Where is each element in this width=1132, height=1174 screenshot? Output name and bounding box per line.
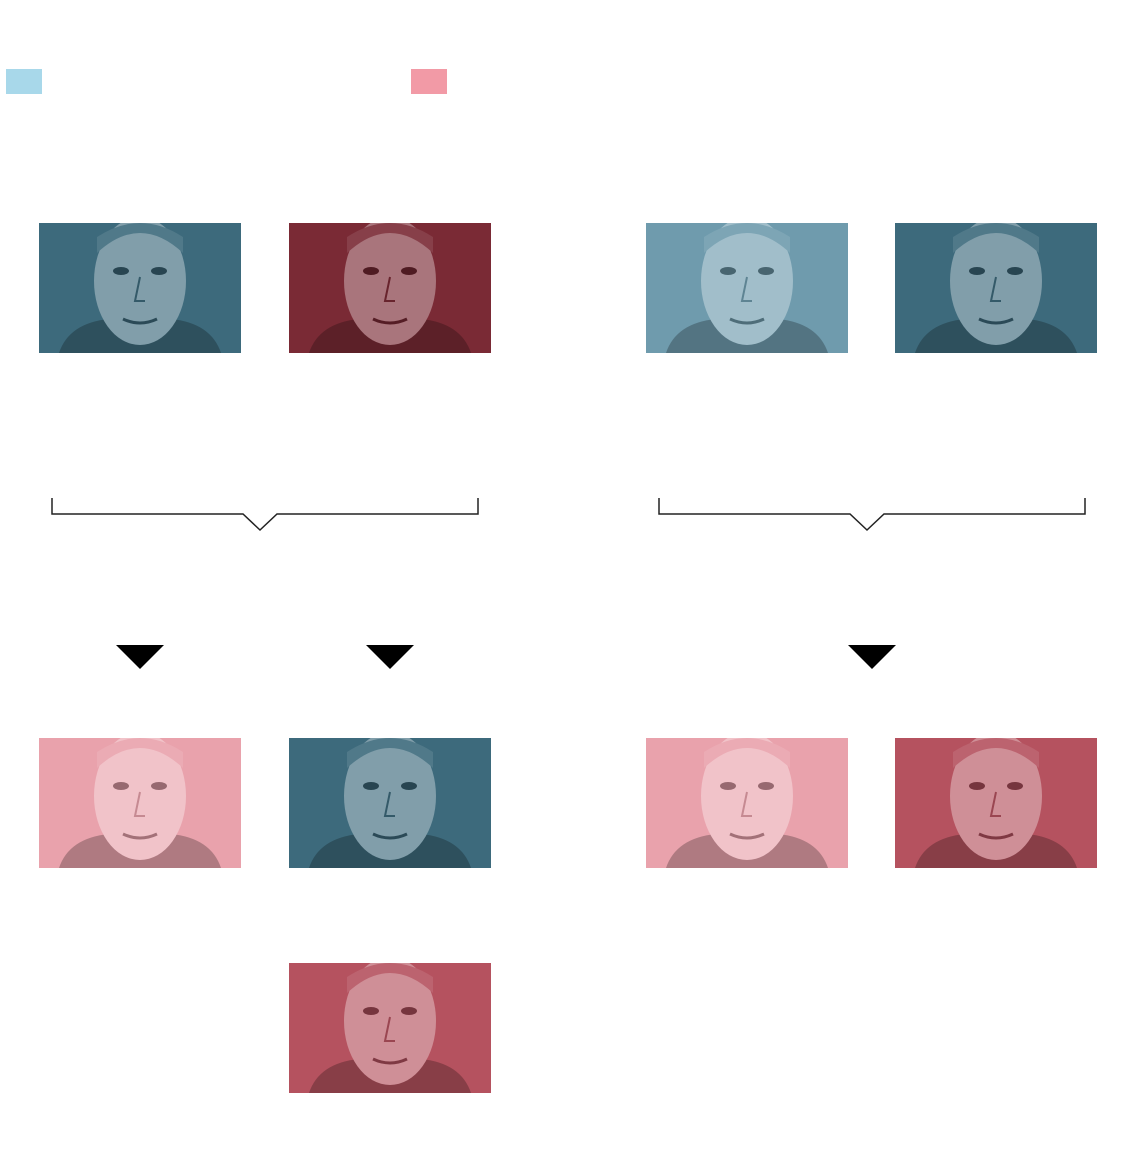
portrait-image xyxy=(895,223,1097,353)
portrait-eye xyxy=(1007,782,1023,790)
portrait-bottom-2 xyxy=(289,738,491,868)
portrait-eye xyxy=(363,1007,379,1015)
portrait-top-4 xyxy=(895,223,1097,353)
portrait-image xyxy=(39,223,241,353)
portrait-top-2 xyxy=(289,223,491,353)
down-arrow-icon xyxy=(116,645,164,669)
portrait-image xyxy=(895,738,1097,868)
portrait-eye xyxy=(720,267,736,275)
portrait-eye xyxy=(363,782,379,790)
portrait-bottom-4 xyxy=(646,738,848,868)
portrait-eye xyxy=(151,782,167,790)
portrait-eye xyxy=(401,267,417,275)
portrait-eye xyxy=(113,782,129,790)
down-arrow-icon xyxy=(366,645,414,669)
portrait-eye xyxy=(401,782,417,790)
portrait-eye xyxy=(758,267,774,275)
portrait-eye xyxy=(969,267,985,275)
portrait-eye xyxy=(113,267,129,275)
portrait-eye xyxy=(969,782,985,790)
legend-swatch-red xyxy=(411,69,447,94)
portrait-eye xyxy=(758,782,774,790)
portrait-eye xyxy=(401,1007,417,1015)
portrait-image xyxy=(646,738,848,868)
bracket-right xyxy=(658,498,1086,532)
portrait-bottom-5 xyxy=(895,738,1097,868)
legend-swatch-blue xyxy=(6,69,42,94)
portrait-eye xyxy=(363,267,379,275)
bracket-left-line xyxy=(51,498,479,532)
portrait-top-1 xyxy=(39,223,241,353)
portrait-top-3 xyxy=(646,223,848,353)
portrait-bottom-3 xyxy=(289,963,491,1093)
portrait-image xyxy=(289,963,491,1093)
portrait-eye xyxy=(1007,267,1023,275)
portrait-eye xyxy=(151,267,167,275)
portrait-image xyxy=(646,223,848,353)
portrait-image xyxy=(39,738,241,868)
portrait-bottom-1 xyxy=(39,738,241,868)
down-arrow-icon xyxy=(848,645,896,669)
portrait-eye xyxy=(720,782,736,790)
portrait-image xyxy=(289,738,491,868)
bracket-right-line xyxy=(658,498,1086,532)
bracket-left xyxy=(51,498,479,532)
portrait-image xyxy=(289,223,491,353)
